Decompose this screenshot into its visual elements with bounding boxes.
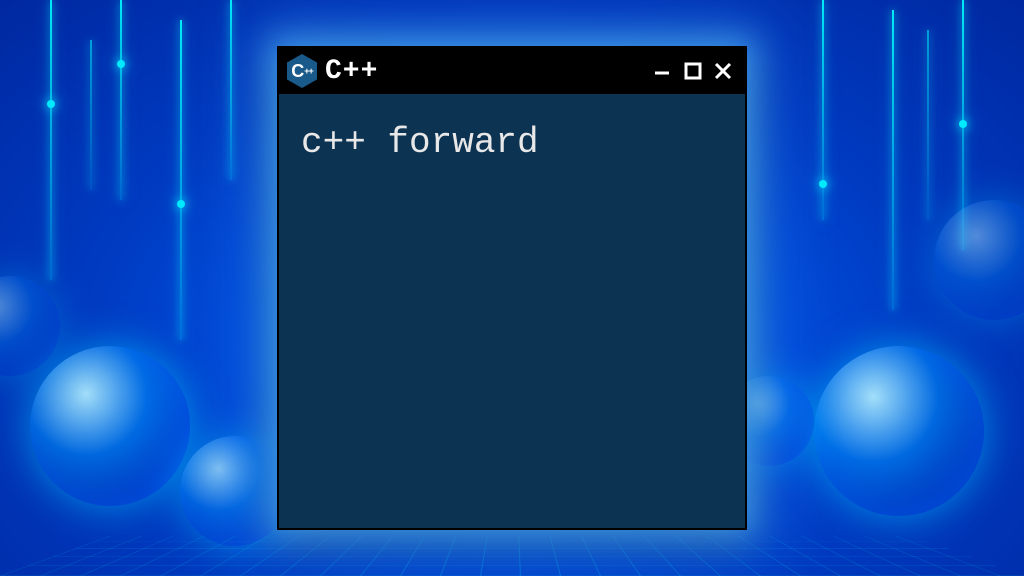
glow-sphere — [180, 436, 290, 546]
circuit-line — [120, 0, 122, 200]
circuit-line — [50, 0, 52, 280]
icon-letter: C — [291, 61, 303, 82]
circuit-line — [90, 40, 92, 190]
window-title: C++ — [325, 56, 643, 87]
circuit-node — [47, 100, 55, 108]
floor-grid — [0, 536, 1024, 576]
glow-sphere — [934, 200, 1024, 320]
circuit-node — [117, 60, 125, 68]
terminal-window: C ++ C++ c++ forward — [277, 46, 747, 530]
circuit-node — [819, 180, 827, 188]
cpp-icon: C ++ — [287, 54, 317, 88]
minimize-button[interactable] — [651, 59, 675, 83]
maximize-button[interactable] — [681, 59, 705, 83]
window-controls — [651, 59, 735, 83]
terminal-content[interactable]: c++ forward — [279, 94, 745, 191]
glow-sphere — [814, 346, 984, 516]
glow-sphere — [0, 276, 60, 376]
code-line: c++ forward — [301, 122, 723, 163]
circuit-line — [892, 10, 894, 310]
glow-sphere — [30, 346, 190, 506]
circuit-line — [927, 30, 929, 220]
circuit-node — [959, 120, 967, 128]
icon-plus: ++ — [304, 67, 313, 76]
circuit-line — [180, 20, 182, 340]
close-button[interactable] — [711, 59, 735, 83]
circuit-line — [230, 0, 232, 180]
titlebar[interactable]: C ++ C++ — [279, 48, 745, 94]
circuit-node — [177, 200, 185, 208]
